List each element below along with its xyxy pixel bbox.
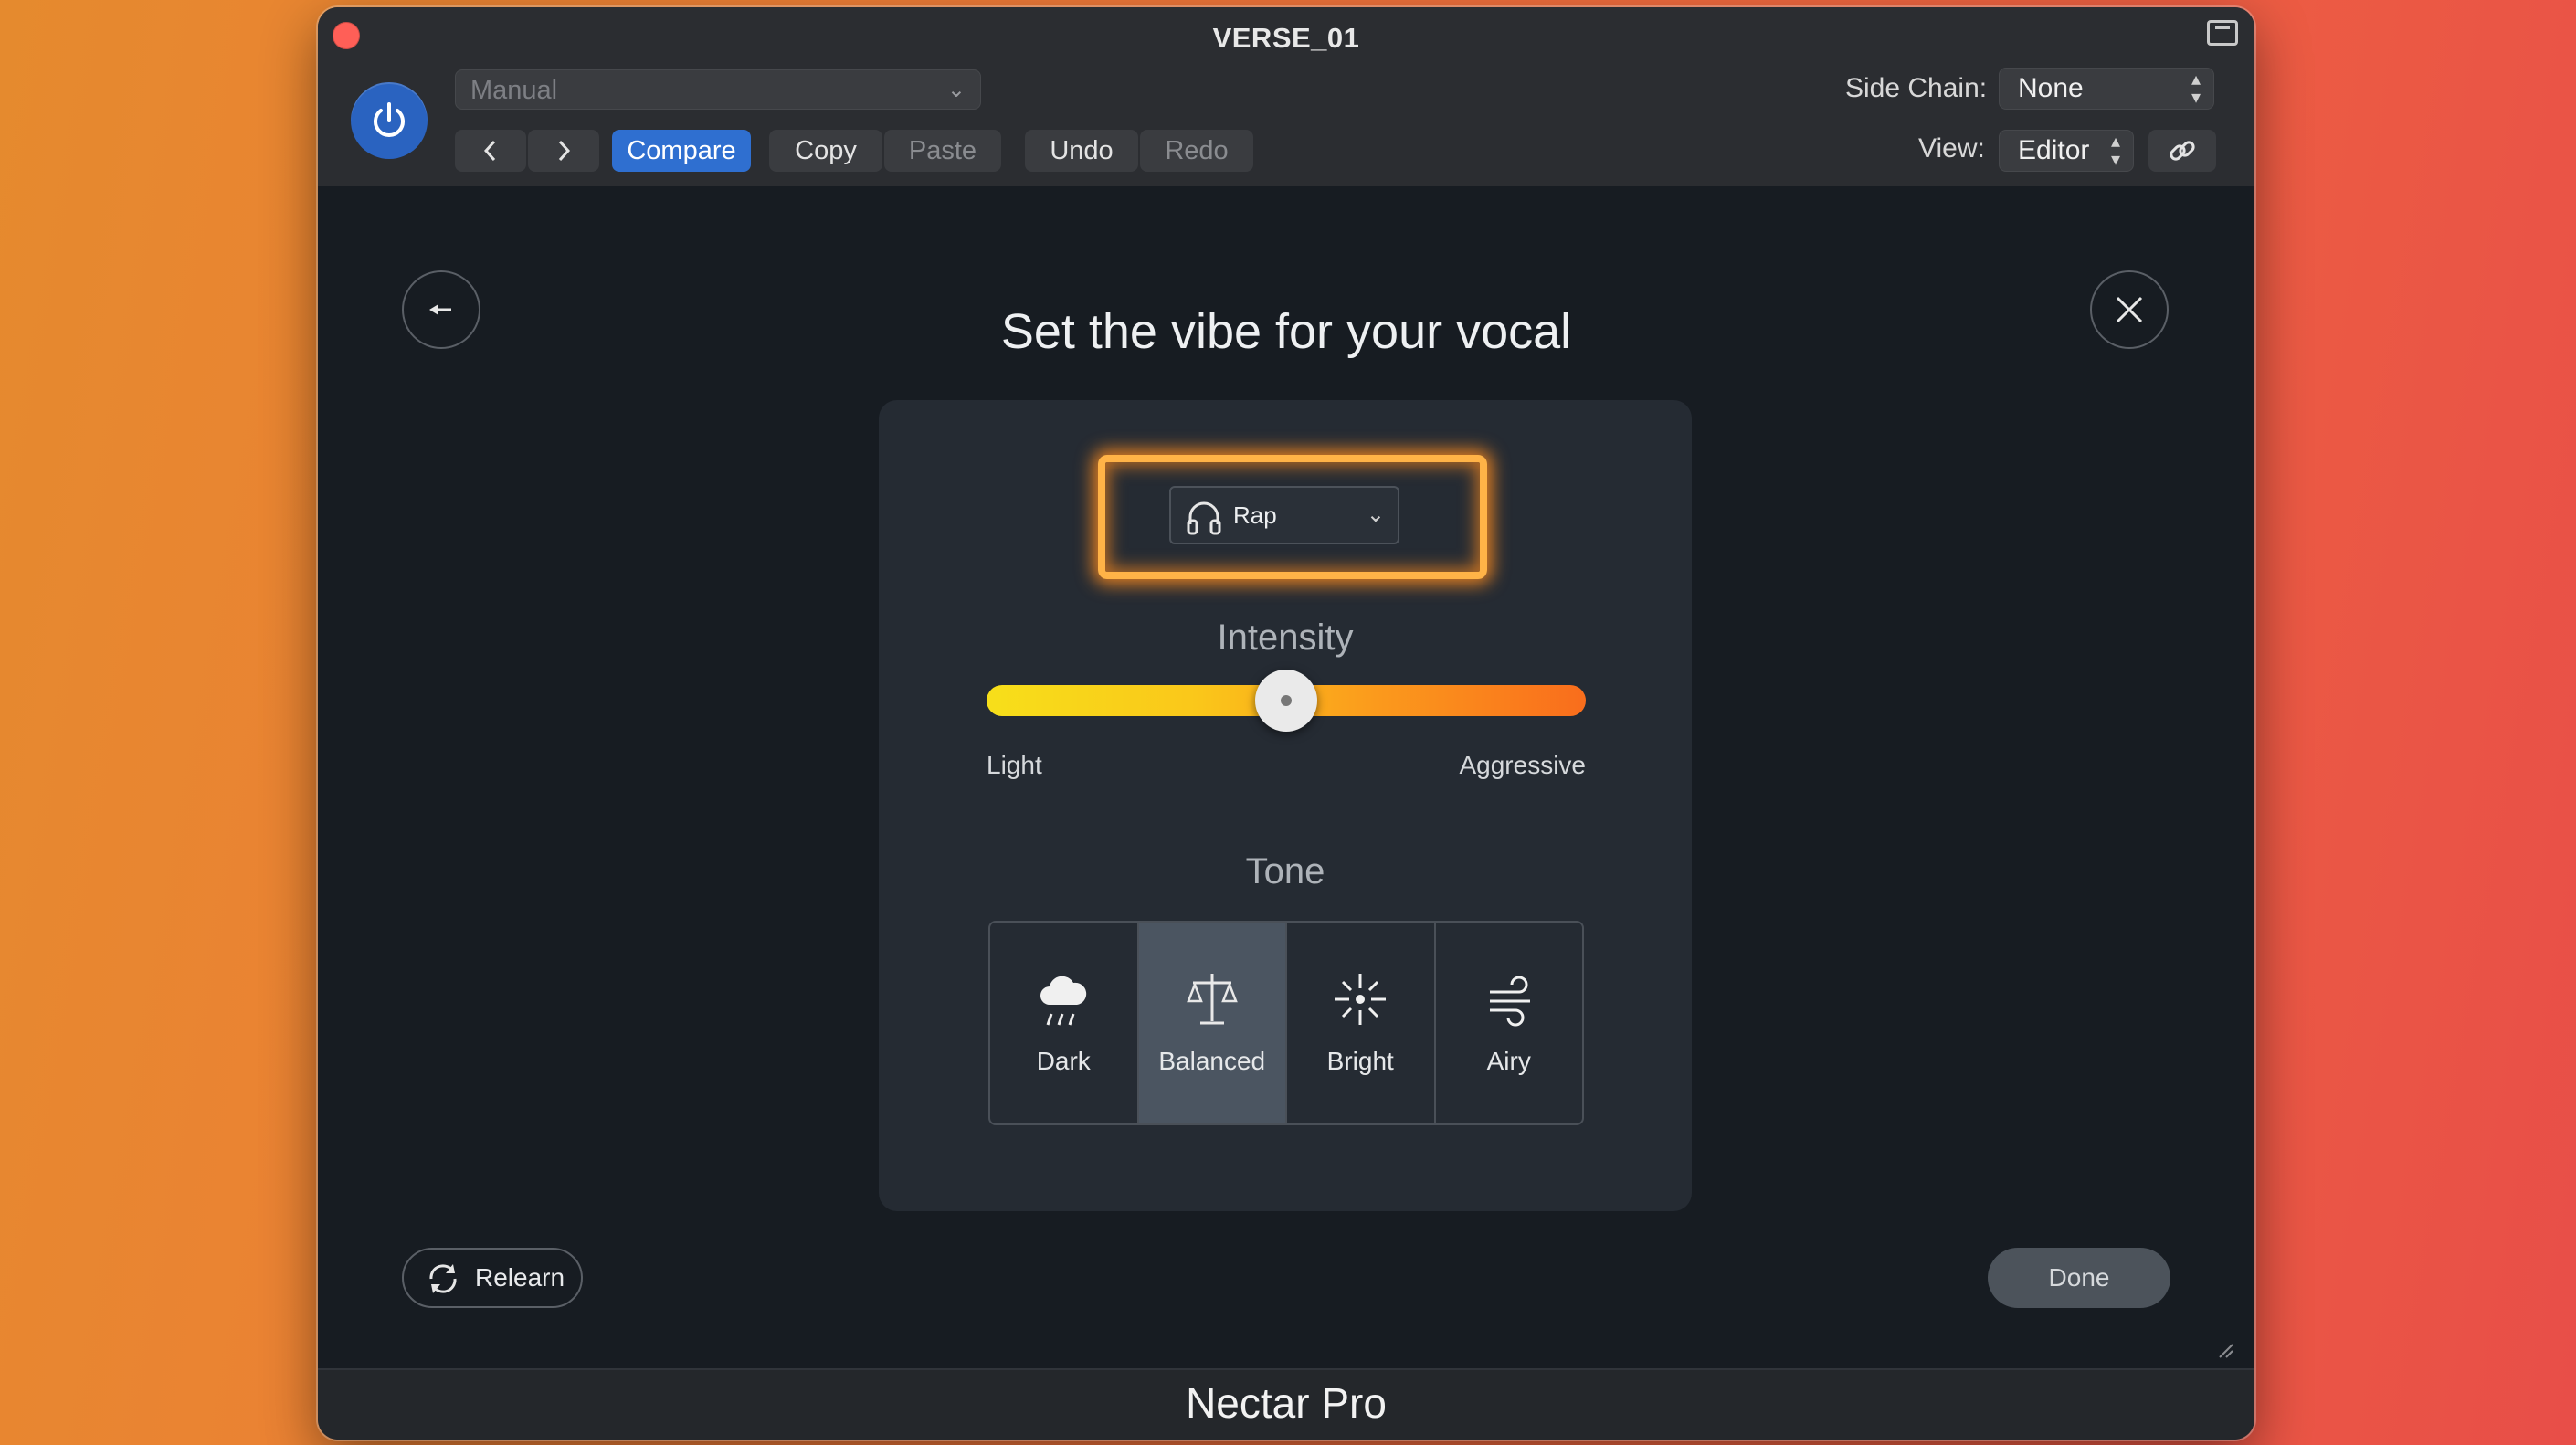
scale-icon bbox=[1186, 974, 1238, 1025]
previous-preset-button[interactable] bbox=[455, 130, 526, 172]
updown-chevron-icon: ▴ ▾ bbox=[2191, 69, 2201, 108]
float-window-icon[interactable] bbox=[2207, 20, 2238, 46]
window-title: VERSE_01 bbox=[1212, 22, 1360, 54]
tone-label: Balanced bbox=[1158, 1047, 1266, 1075]
genre-dropdown[interactable]: Rap ⌄ bbox=[1169, 486, 1399, 544]
tone-option-balanced[interactable]: Balanced bbox=[1138, 923, 1287, 1123]
chevron-right-icon bbox=[558, 140, 571, 162]
page-title: Set the vibe for your vocal bbox=[1000, 304, 1572, 359]
tone-option-bright[interactable]: Bright bbox=[1287, 923, 1436, 1123]
relearn-button[interactable]: Relearn bbox=[402, 1248, 583, 1308]
tone-title: Tone bbox=[1245, 851, 1325, 891]
plugin-window: VERSE_01 Manual ⌄ Compare Copy Paste Und… bbox=[318, 7, 2254, 1440]
undo-button[interactable]: Undo bbox=[1025, 130, 1138, 172]
product-name: Nectar Pro bbox=[1186, 1379, 1387, 1427]
power-button[interactable] bbox=[351, 82, 428, 159]
vibe-card: Rap ⌄ Intensity Light Aggressive Tone Da… bbox=[879, 400, 1692, 1211]
tone-label: Dark bbox=[1036, 1047, 1091, 1075]
intensity-title: Intensity bbox=[1217, 617, 1354, 658]
rain-cloud-icon bbox=[1040, 976, 1087, 1026]
next-preset-button[interactable] bbox=[528, 130, 599, 172]
link-button[interactable] bbox=[2148, 130, 2216, 172]
resize-handle-icon[interactable] bbox=[2216, 1341, 2234, 1359]
headphones-icon bbox=[1187, 501, 1221, 535]
intensity-slider-thumb[interactable] bbox=[1255, 670, 1317, 732]
copy-button[interactable]: Copy bbox=[769, 130, 882, 172]
tone-option-airy[interactable]: Airy bbox=[1436, 923, 1583, 1123]
wind-icon bbox=[1489, 976, 1530, 1027]
link-icon bbox=[2170, 141, 2195, 161]
updown-chevron-icon: ▴ ▾ bbox=[2110, 132, 2120, 170]
preset-dropdown[interactable]: Manual ⌄ bbox=[455, 69, 981, 110]
redo-button[interactable]: Redo bbox=[1140, 130, 1253, 172]
sparkle-icon bbox=[1335, 974, 1387, 1025]
plugin-footer: Nectar Pro bbox=[318, 1368, 2254, 1440]
genre-value: Rap bbox=[1233, 501, 1277, 529]
tone-label: Airy bbox=[1486, 1047, 1531, 1075]
compare-button[interactable]: Compare bbox=[612, 130, 751, 172]
chevron-down-icon: ⌄ bbox=[1366, 502, 1385, 527]
paste-button[interactable]: Paste bbox=[884, 130, 1001, 172]
power-icon bbox=[374, 102, 405, 137]
chevron-left-icon bbox=[483, 140, 496, 162]
intensity-min-label: Light bbox=[987, 751, 1042, 779]
view-value: Editor bbox=[2018, 135, 2090, 165]
tone-option-dark[interactable]: Dark bbox=[990, 923, 1139, 1123]
chevron-down-icon: ⌄ bbox=[946, 78, 966, 102]
sidechain-label: Side Chain: bbox=[1845, 73, 1988, 103]
title-bar: VERSE_01 Manual ⌄ Compare Copy Paste Und… bbox=[318, 7, 2254, 188]
preset-value: Manual bbox=[470, 76, 558, 105]
assistant-panel: Set the vibe for your vocal Rap ⌄ Intens… bbox=[318, 186, 2254, 1422]
tone-label: Bright bbox=[1326, 1047, 1394, 1075]
sidechain-dropdown[interactable]: None ▴ ▾ bbox=[1999, 68, 2214, 110]
tone-selector: Dark Balanced Bright Airy bbox=[988, 921, 1584, 1125]
relearn-label: Relearn bbox=[475, 1263, 565, 1292]
intensity-max-label: Aggressive bbox=[1459, 751, 1586, 779]
done-button[interactable]: Done bbox=[1988, 1248, 2170, 1308]
view-label: View: bbox=[1918, 133, 1985, 163]
refresh-icon bbox=[429, 1264, 457, 1293]
sidechain-value: None bbox=[2018, 73, 2084, 103]
view-dropdown[interactable]: Editor ▴ ▾ bbox=[1999, 130, 2134, 172]
